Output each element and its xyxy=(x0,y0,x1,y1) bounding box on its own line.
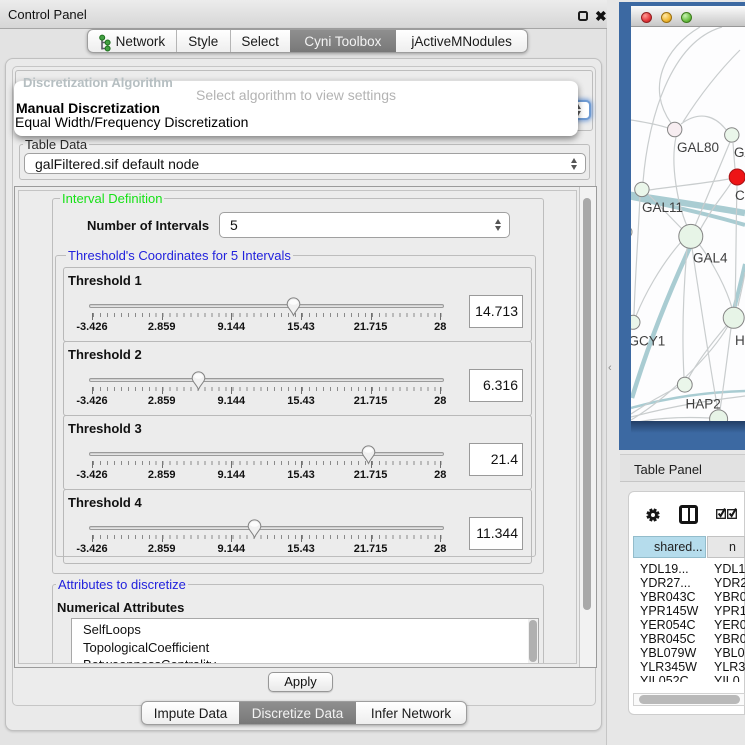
svg-text:GAL11: GAL11 xyxy=(642,200,683,215)
svg-text:H: H xyxy=(735,333,745,348)
svg-text:GA: GA xyxy=(734,145,745,160)
svg-text:GCY1: GCY1 xyxy=(631,334,665,349)
svg-text:HAP2: HAP2 xyxy=(686,397,721,412)
svg-text:GAL4: GAL4 xyxy=(693,251,728,266)
svg-text:C: C xyxy=(735,188,745,203)
svg-text:GAL80: GAL80 xyxy=(677,140,719,155)
